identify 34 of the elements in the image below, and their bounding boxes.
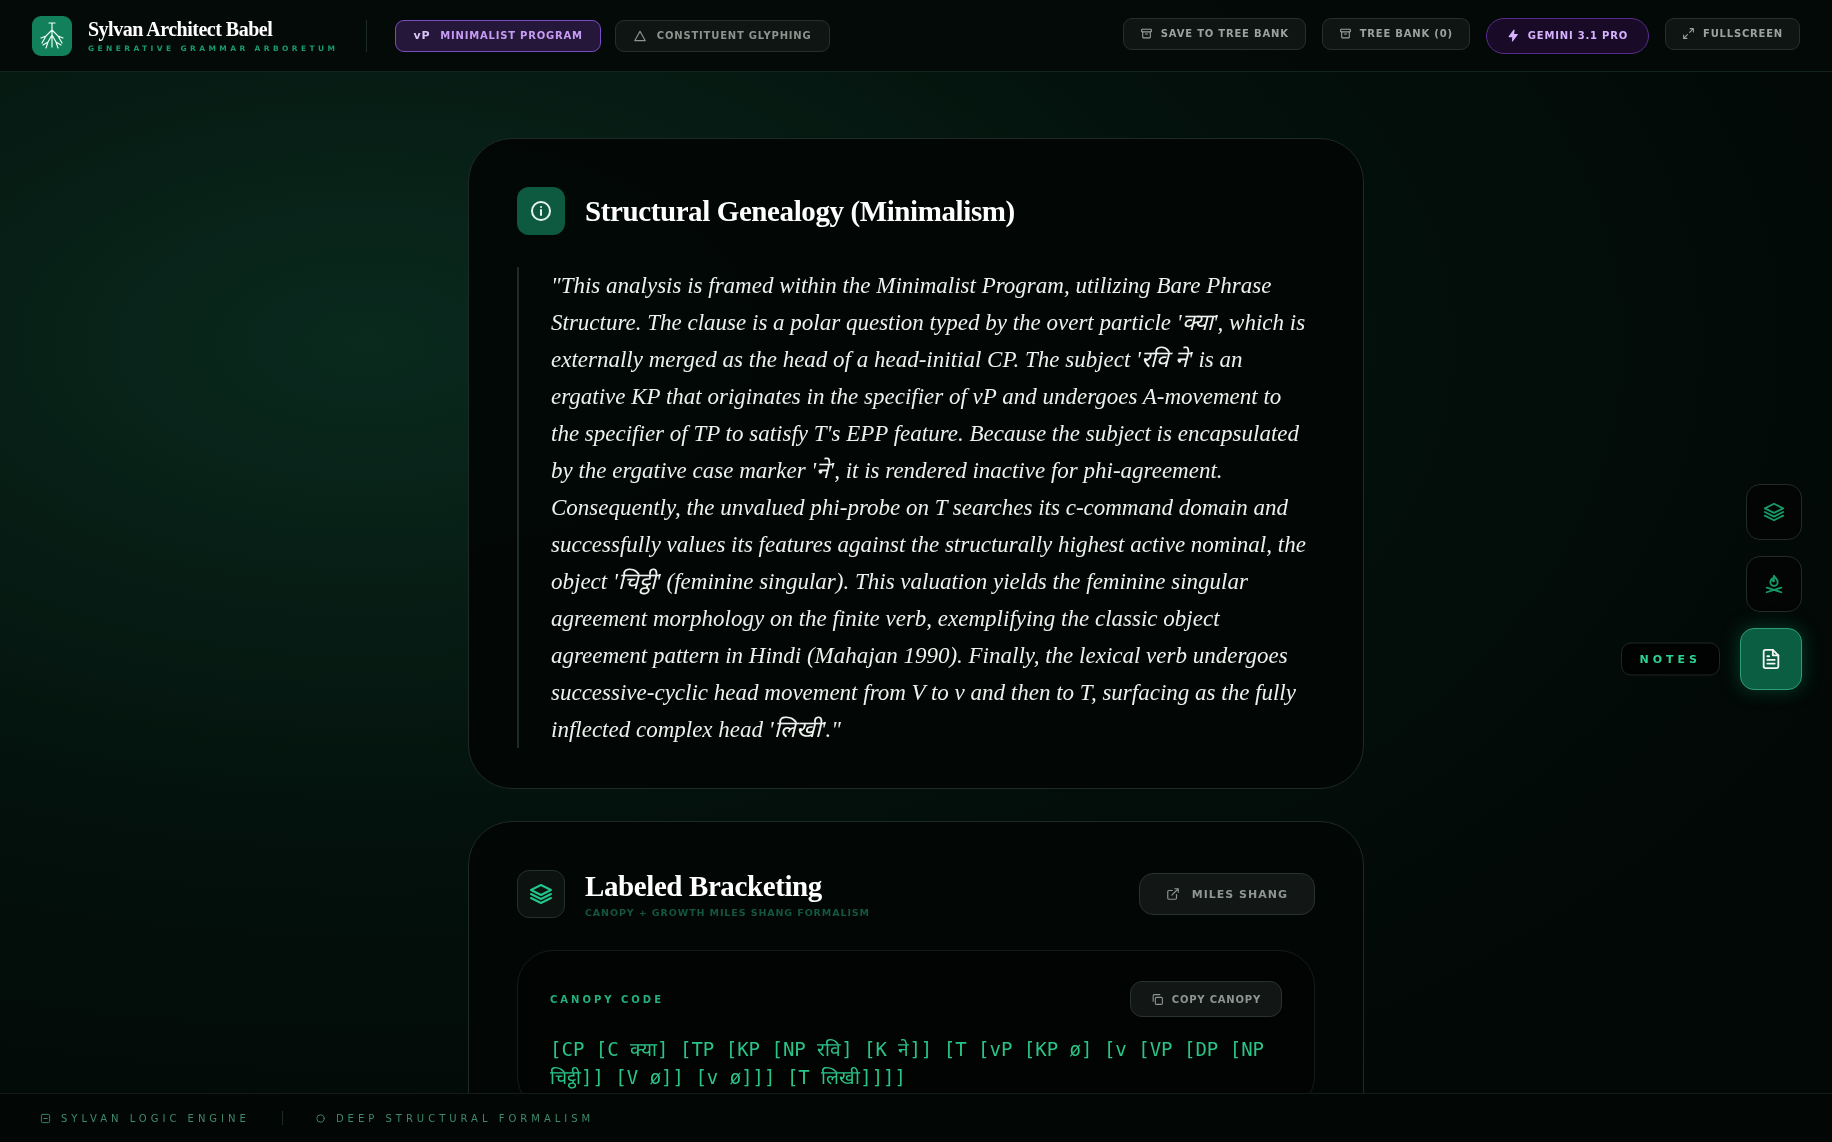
campfire-icon — [1763, 573, 1785, 595]
footer-label: SYLVAN LOGIC ENGINE — [61, 1112, 250, 1124]
copy-button[interactable]: COPY CANOPY — [1129, 981, 1282, 1017]
info-icon — [517, 187, 565, 235]
tooltip: NOTES — [1620, 642, 1720, 676]
triangle-icon — [632, 28, 647, 43]
layers-icon — [529, 882, 553, 906]
card-title: Labeled Bracketing — [585, 870, 823, 903]
side-panel-button[interactable] — [1740, 628, 1802, 690]
expand-icon — [1682, 27, 1696, 40]
model-selector[interactable]: GEMINI 3.1 PRO — [1485, 17, 1650, 54]
app-title: Sylvan Architect Babel — [88, 18, 274, 41]
square-icon — [40, 1112, 51, 1124]
mode-tab[interactable]: CONSTITUENT GLYPHING — [614, 19, 830, 52]
panel-label: CANOPY CODE — [550, 993, 664, 1005]
external-link-icon — [1165, 887, 1180, 901]
analysis-paragraph: "This analysis is framed within the Minimalist Program, utilizing Bare Phrase Structure. The clause is a polar question typed by the overt particle 'क्या', which is externally merged as the head of a head-initial CP. The subject 'रवि ने' is an ergative KP that originates in the specifier of vP and undergoes A-movement to the specifier of TP to satisfy T's EPP feature. Because the subject is encapsulated by the ergative case marker 'ने', it is rendered inactive for phi-agreement. Consequently, the unvalued phi-probe on T searches its c-command domain and successfully values its features against the structurally highest active nominal, the object 'चिट्ठी' (feminine singular). This valuation yields the feminine singular agreement morphology on the finite verb, exemplifying the classic object agreement pattern in Hindi (Mahajan 1990). Finally, the lexical verb undergoes successive-cyclic head movement from V to v and then to T, surfacing as the fully inflected complex head 'लिखी'." — [551, 272, 1307, 744]
circle-icon — [314, 1112, 326, 1124]
footer-label: DEEP STRUCTURAL FORMALISM — [335, 1112, 595, 1124]
document-icon — [1760, 648, 1782, 670]
card-subtitle: CANOPY + GROWTH MILES SHANG FORMALISM — [585, 907, 871, 918]
card-title: Structural Genealogy (Minimalism) — [585, 194, 1015, 228]
archive-icon — [1338, 27, 1352, 40]
toolbar-button[interactable]: FULLSCREEN — [1665, 17, 1800, 50]
tree-roots-logo — [32, 15, 72, 56]
mode-tab[interactable]: vP MINIMALIST PROGRAM — [395, 19, 601, 52]
external-link-button[interactable]: MILES SHANG — [1138, 873, 1315, 915]
copy-icon — [1150, 992, 1164, 1006]
bracketing-code: [CP [C क्या] [TP [KP [NP रवि] [K ने]] [T [vP [KP ø] [v [VP [DP [NP चिट्ठी]] [V ø]] [v ø]]] [T लिखी]]]] — [550, 1037, 1266, 1091]
layers-icon — [1763, 501, 1785, 523]
toolbar-button[interactable]: SAVE TO TREE BANK — [1122, 17, 1306, 50]
toolbar-button[interactable]: TREE BANK (0) — [1321, 17, 1470, 50]
archive-icon — [1139, 27, 1153, 40]
lightning-icon — [1506, 29, 1520, 42]
